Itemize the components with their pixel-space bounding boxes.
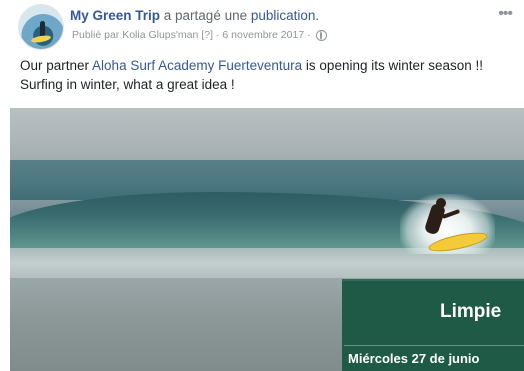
post-text-start: Our partner bbox=[20, 58, 93, 73]
publication-link[interactable]: publication. bbox=[251, 8, 319, 23]
post-photo[interactable]: Limpie Miércoles 27 de junio bbox=[10, 108, 524, 371]
meta-badge: [?] bbox=[201, 29, 214, 41]
post-text: Our partner Aloha Surf Academy Fuerteven… bbox=[20, 56, 520, 94]
post-meta: Publié par Kolia Glups'man [?] · 6 novem… bbox=[72, 29, 327, 41]
surfer-head bbox=[436, 198, 446, 208]
page-avatar[interactable] bbox=[18, 4, 64, 50]
page-name-link[interactable]: My Green Trip bbox=[70, 8, 160, 23]
facebook-post: My Green Trip a partagé une publication.… bbox=[0, 0, 524, 371]
avatar-surfboard bbox=[30, 34, 52, 44]
posted-by-text: Publié par Kolia Glups'man bbox=[72, 29, 199, 41]
action-text: a partagé une bbox=[160, 8, 251, 23]
overlay-date: Miércoles 27 de junio bbox=[348, 351, 480, 366]
post-title-line: My Green Trip a partagé une publication. bbox=[70, 8, 319, 23]
globe-icon bbox=[315, 29, 327, 41]
image-overlay-card: Limpie Miércoles 27 de junio bbox=[342, 279, 524, 371]
more-options-icon[interactable]: ••• bbox=[498, 5, 513, 23]
post-header: My Green Trip a partagé une publication.… bbox=[18, 4, 518, 50]
partner-link[interactable]: Aloha Surf Academy Fuerteventura bbox=[92, 58, 302, 73]
post-date-link[interactable]: · 6 novembre 2017 · bbox=[216, 29, 311, 41]
overlay-divider bbox=[344, 345, 524, 346]
overlay-title: Limpie bbox=[440, 301, 502, 322]
